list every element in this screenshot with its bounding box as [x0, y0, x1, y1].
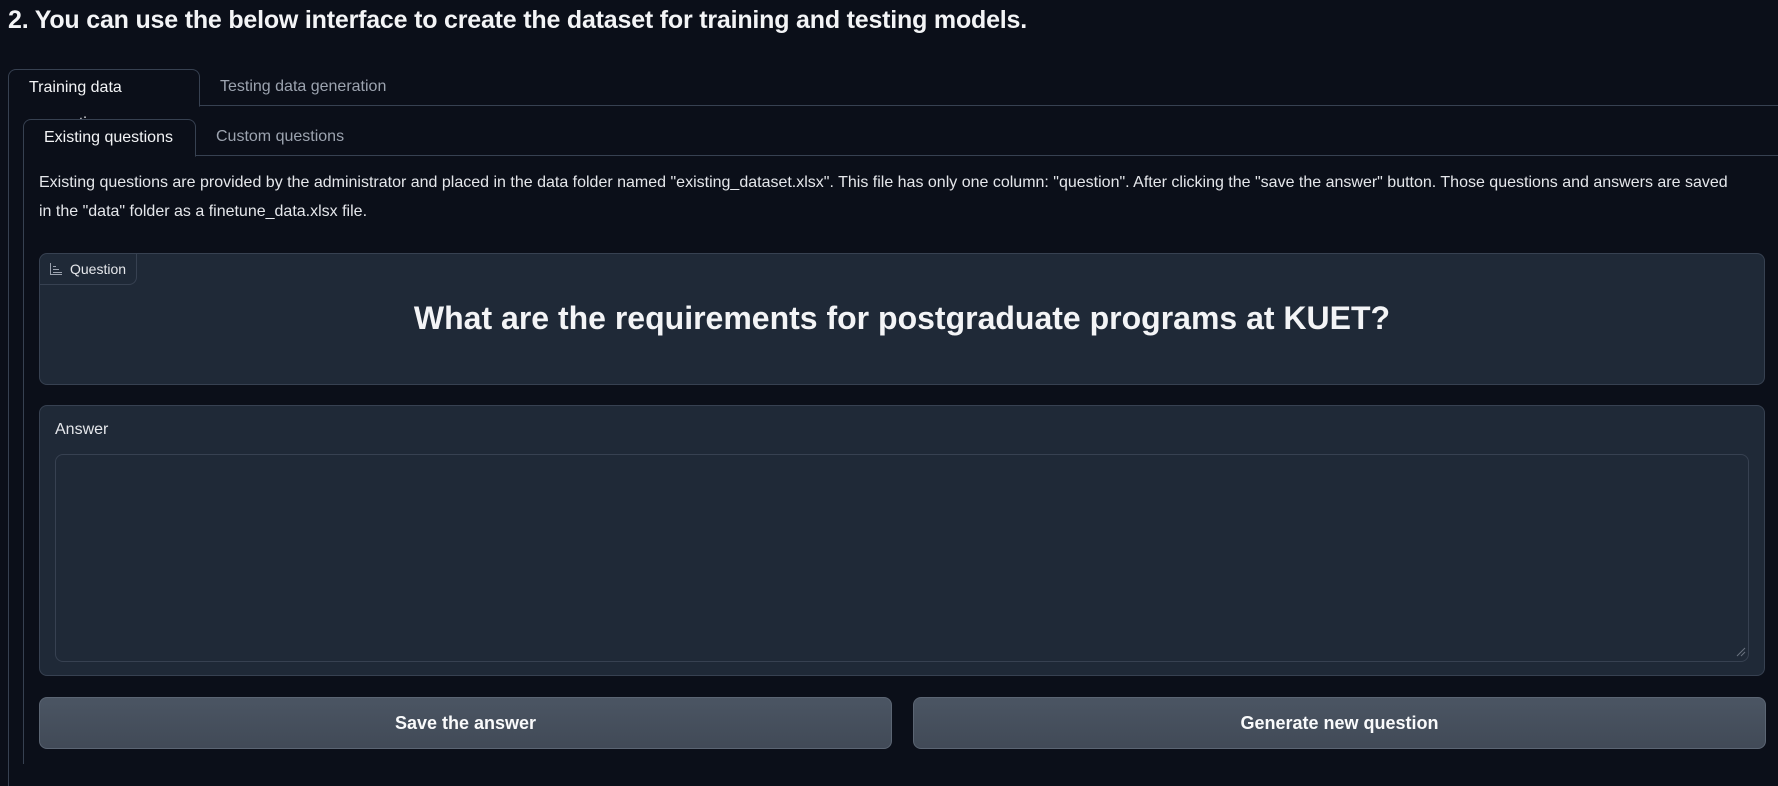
tab-training-data-generation[interactable]: Training data generation [8, 69, 200, 107]
answer-textarea[interactable] [55, 454, 1749, 662]
generate-new-question-button[interactable]: Generate new question [913, 697, 1766, 749]
tab-testing-data-generation[interactable]: Testing data generation [200, 69, 406, 106]
tab-label: Existing questions [44, 129, 173, 146]
resize-handle-icon[interactable] [1736, 647, 1746, 657]
inner-tab-bar: Existing questions Custom questions [23, 119, 1778, 156]
question-text: What are the requirements for postgradua… [40, 300, 1764, 337]
tab-custom-questions[interactable]: Custom questions [196, 119, 364, 156]
chart-icon [50, 263, 62, 275]
answer-label: Answer [55, 421, 108, 439]
save-answer-button[interactable]: Save the answer [39, 697, 892, 749]
outer-tab-bar: Training data generation Testing data ge… [8, 69, 1778, 106]
section-heading: 2. You can use the below interface to cr… [8, 6, 1027, 35]
tab-existing-questions[interactable]: Existing questions [23, 119, 196, 157]
tab-label: Custom questions [216, 128, 344, 145]
tab-label: Testing data generation [220, 78, 386, 95]
question-label: Question [70, 254, 126, 284]
description-text: Existing questions are provided by the a… [39, 168, 1739, 226]
question-block: Question What are the requirements for p… [39, 253, 1765, 385]
answer-block: Answer [39, 405, 1765, 676]
question-label-badge: Question [40, 254, 137, 285]
